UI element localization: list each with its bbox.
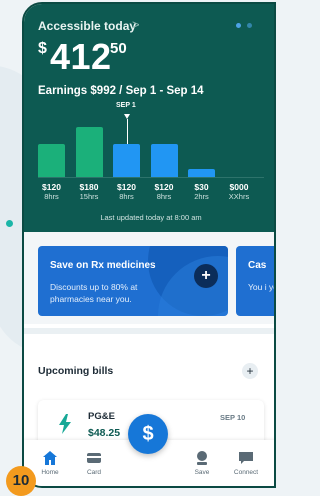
- promo-card-next[interactable]: Cas You i your: [236, 246, 274, 316]
- promo-body: Discounts up to 80% at pharmacies near y…: [50, 282, 138, 304]
- tab-connect[interactable]: Connect: [226, 450, 266, 476]
- chart-bar[interactable]: [38, 143, 65, 177]
- pay-button[interactable]: $: [128, 414, 168, 454]
- bill-date: SEP 10: [220, 413, 246, 422]
- bar-value-label: $180: [79, 182, 99, 192]
- bar-hours-label: 8hrs: [156, 192, 172, 201]
- tab-save[interactable]: Save: [182, 450, 222, 476]
- tab-label: Card: [86, 469, 102, 476]
- chart-bar[interactable]: [113, 143, 140, 177]
- page-dot-active: [236, 23, 241, 28]
- page-indicator: [236, 23, 252, 28]
- bar-value-label: $120: [117, 182, 136, 192]
- page-dot: [247, 23, 252, 28]
- step-number-badge: 10: [6, 466, 36, 496]
- chat-icon: [226, 450, 266, 466]
- plus-icon[interactable]: +: [194, 264, 218, 288]
- bar-hours-label: 15hrs: [79, 192, 99, 201]
- bills-section-title: Upcoming bills: [38, 365, 114, 377]
- bar-hours-label: XXhrs: [228, 192, 250, 201]
- accessible-title[interactable]: Accessible today: [38, 19, 136, 33]
- bar-value-label: $120: [42, 182, 61, 192]
- bar-value-label: $120: [154, 182, 174, 192]
- chart-baseline: [38, 177, 264, 178]
- promo-carousel: Save on Rx medicines Discounts up to 80%…: [24, 232, 274, 324]
- promo-card-rx[interactable]: Save on Rx medicines Discounts up to 80%…: [38, 246, 228, 316]
- promo-title: Cas: [248, 260, 267, 271]
- balance-hero: Accessible today > $ 412 50 Earnings $99…: [24, 4, 274, 232]
- bar-value-label: $000: [229, 182, 249, 192]
- balance-dollars: 412: [50, 36, 112, 77]
- last-updated-text: Last updated today at 8:00 am: [100, 213, 202, 222]
- chart-bar[interactable]: [188, 168, 215, 177]
- earnings-summary: Earnings $992 / Sep 1 - Sep 14: [38, 85, 204, 97]
- bar-hours-label: 2hrs: [194, 192, 209, 201]
- tab-card[interactable]: Card: [74, 450, 114, 476]
- bar-value-label: $30: [194, 182, 209, 192]
- tab-label: Home: [41, 469, 59, 476]
- bar-hours-label: 8hrs: [44, 192, 59, 201]
- bar-hours-label: 8hrs: [119, 192, 134, 201]
- lightning-icon: [58, 414, 72, 439]
- chevron-right-icon[interactable]: >: [132, 17, 140, 32]
- section-divider: [24, 328, 274, 334]
- tab-home[interactable]: Home: [30, 450, 70, 476]
- period-marker-label: SEP 1: [116, 102, 136, 109]
- decorative-dot: [6, 220, 13, 227]
- home-icon: [30, 450, 70, 466]
- tab-label: Connect: [233, 469, 259, 476]
- add-bill-button[interactable]: +: [242, 363, 258, 379]
- earnings-chart: SEP 1 Last updated today at 8:00 am $120…: [24, 99, 274, 224]
- tab-label: Save: [194, 469, 210, 476]
- save-icon: [182, 450, 222, 466]
- bill-name: PG&E: [88, 411, 115, 422]
- promo-title: Save on Rx medicines: [50, 260, 156, 271]
- balance-cents: 50: [110, 40, 127, 57]
- chart-bar[interactable]: [150, 143, 178, 177]
- currency-symbol: $: [38, 40, 47, 57]
- chart-bar[interactable]: [75, 127, 103, 177]
- promo-body: You i your: [248, 282, 274, 292]
- bill-amount: $48.25: [88, 427, 121, 439]
- card-icon: [74, 450, 114, 466]
- phone-screen: Accessible today > $ 412 50 Earnings $99…: [22, 2, 276, 488]
